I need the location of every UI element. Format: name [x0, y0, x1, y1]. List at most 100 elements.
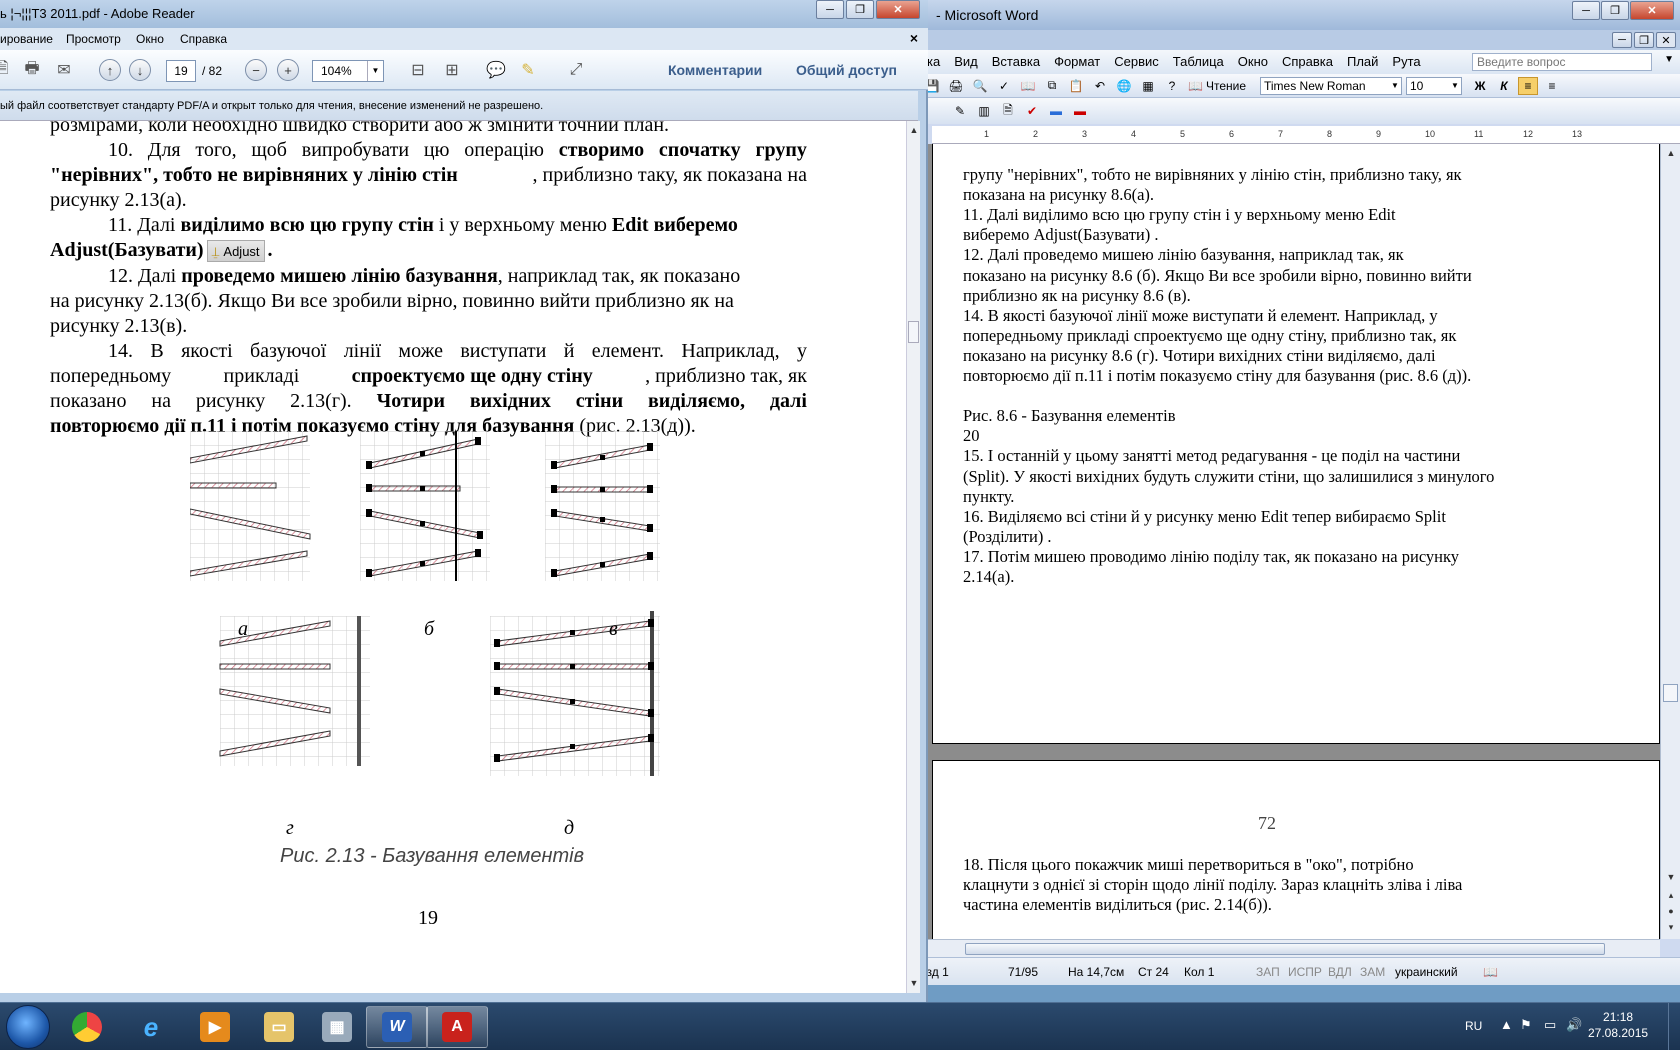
print-icon[interactable]: 🖶 [20, 58, 44, 82]
volume-icon[interactable]: 🔊 [1566, 1017, 1582, 1033]
menu-plai[interactable]: Плай [1340, 50, 1385, 74]
menu-window[interactable]: Окно [136, 32, 164, 46]
zoom-in-button[interactable]: + [276, 58, 300, 82]
menu-ruta[interactable]: Рута [1385, 50, 1427, 74]
taskbar-explorer[interactable]: ▭ [248, 1006, 310, 1048]
bold-button[interactable]: Ж [1470, 77, 1490, 95]
adobe-titlebar[interactable]: ь ¦¬¦¦¦Т3 2011.pdf - Adobe Reader ─ ❐ ✕ [0, 0, 928, 28]
scroll-down-icon[interactable]: ▼ [1664, 870, 1678, 884]
status-rec[interactable]: ЗАП [1256, 965, 1280, 979]
scroll-down-icon[interactable]: ▼ [907, 976, 921, 990]
help-dropdown-icon[interactable]: ▼ [1664, 54, 1674, 65]
comments-link[interactable]: Комментарии [668, 62, 762, 78]
menu-help[interactable]: Справка [1275, 50, 1340, 74]
menu-help[interactable]: Справка [180, 32, 227, 46]
scroll-thumb[interactable] [1663, 684, 1678, 702]
start-button[interactable] [6, 1005, 50, 1049]
spelling-icon[interactable]: ✓ [994, 77, 1014, 95]
status-ext[interactable]: ВДЛ [1328, 965, 1352, 979]
minimize-icon[interactable]: ─ [1572, 1, 1600, 20]
menu-edit[interactable]: ирование [0, 32, 53, 46]
menu-table[interactable]: Таблица [1166, 50, 1231, 74]
select-browse-icon[interactable]: ● [1664, 904, 1678, 918]
copy-icon[interactable]: ⧉ [1042, 77, 1062, 95]
restore-icon[interactable]: ❐ [846, 0, 874, 19]
vertical-scrollbar[interactable]: ▲ ▼ [906, 121, 920, 993]
close-icon[interactable]: ✕ [1630, 1, 1674, 20]
highlight-icon[interactable]: ✎ [516, 58, 540, 82]
restore-icon[interactable]: ❐ [1601, 1, 1629, 20]
font-name-select[interactable]: Times New Roman ▼ [1260, 76, 1402, 95]
horizontal-scrollbar[interactable] [920, 939, 1660, 957]
word-page[interactable]: групу "нерівних", тобто не вирівняних у … [932, 144, 1660, 744]
word-titlebar[interactable]: - Microsoft Word ─ ❐ ✕ [920, 0, 1680, 30]
align-left-icon[interactable]: ≡ [1518, 76, 1538, 95]
table-icon[interactable]: ▦ [1138, 77, 1158, 95]
taskbar-ie[interactable]: e [120, 1006, 182, 1048]
doc-restore-icon[interactable]: ❐ [1634, 32, 1654, 48]
zoom-out-button[interactable]: − [244, 58, 268, 82]
taskbar-calculator[interactable]: ▦ [306, 1006, 368, 1048]
doc-close-icon[interactable]: ✕ [1656, 32, 1676, 48]
research-icon[interactable]: 📖 [1018, 77, 1038, 95]
help-icon[interactable]: ? [1162, 77, 1182, 95]
prev-page-button[interactable]: ↑ [98, 58, 122, 82]
system-clock[interactable]: 21:18 27.08.2015 [1588, 1009, 1648, 1041]
help-search-input[interactable]: Введите вопрос [1472, 53, 1652, 71]
close-doc-icon[interactable]: × [910, 30, 918, 46]
flag-ua-icon[interactable]: ▬ [1046, 102, 1066, 120]
menu-tools[interactable]: Сервис [1107, 50, 1166, 74]
show-desktop-button[interactable] [1668, 1003, 1680, 1050]
status-language[interactable]: украинский [1395, 965, 1458, 979]
doc-minimize-icon[interactable]: ─ [1612, 32, 1632, 48]
network-icon[interactable]: ▭ [1544, 1017, 1556, 1033]
scroll-thumb[interactable] [965, 943, 1605, 955]
minimize-icon[interactable]: ─ [816, 0, 844, 19]
doc-map-icon[interactable]: 🗎 [998, 102, 1018, 120]
tray-arrow-icon[interactable]: ▲ [1500, 1017, 1513, 1032]
chart-icon[interactable]: ▥ [974, 102, 994, 120]
paste-icon[interactable]: 📋 [1066, 77, 1086, 95]
email-icon[interactable]: ✉ [52, 58, 76, 82]
status-trk[interactable]: ИСПР [1288, 965, 1322, 979]
fullscreen-icon[interactable]: ⤢ [564, 58, 588, 82]
close-icon[interactable]: ✕ [876, 0, 920, 19]
menu-format[interactable]: Формат [1047, 50, 1107, 74]
taskbar-media[interactable]: ▶ [184, 1006, 246, 1048]
zoom-select[interactable]: 104% ▼ [312, 60, 384, 82]
vertical-scrollbar[interactable]: ▲ ▼ ▴ ● ▾ [1660, 144, 1680, 939]
align-center-icon[interactable]: ≡ [1542, 77, 1562, 95]
menu-view[interactable]: Вид [947, 50, 985, 74]
next-page-button[interactable]: ↓ [128, 58, 152, 82]
flag-ru-icon[interactable]: ▬ [1070, 102, 1090, 120]
menu-view[interactable]: Просмотр [66, 32, 121, 46]
fit-width-icon[interactable]: ⊞ [440, 58, 464, 82]
check-icon[interactable]: ✔ [1022, 102, 1042, 120]
save-icon[interactable]: 🗎 [0, 58, 14, 82]
word-ruler[interactable]: 1 2 3 4 5 6 7 8 9 10 11 12 13 [932, 126, 1680, 144]
page-number-input[interactable]: 19 [166, 60, 196, 82]
scroll-up-icon[interactable]: ▲ [907, 123, 921, 137]
fit-page-icon[interactable]: ⊟ [406, 58, 430, 82]
scroll-thumb[interactable] [908, 321, 919, 343]
action-center-icon[interactable]: ⚑ [1520, 1017, 1532, 1033]
taskbar-adobe[interactable]: A [426, 1006, 488, 1048]
taskbar-word[interactable]: W [366, 1006, 428, 1048]
taskbar-chrome[interactable] [56, 1006, 118, 1048]
pdf-page[interactable]: розмірами, коли необхідно швидко створит… [0, 121, 906, 993]
font-size-select[interactable]: 10 ▼ [1406, 76, 1462, 95]
status-ovr[interactable]: ЗАМ [1360, 965, 1385, 979]
reading-mode-button[interactable]: 📖 Чтение [1188, 79, 1246, 93]
share-link[interactable]: Общий доступ [796, 62, 897, 78]
menu-window[interactable]: Окно [1231, 50, 1275, 74]
hyperlink-icon[interactable]: 🌐 [1114, 77, 1134, 95]
next-page-icon[interactable]: ▾ [1664, 920, 1678, 934]
word-page[interactable]: 72 18. Після цього покажчик миші перетво… [932, 760, 1660, 940]
language-indicator[interactable]: RU [1465, 1019, 1482, 1033]
italic-button[interactable]: К [1494, 77, 1514, 95]
drawing-icon[interactable]: ✎ [950, 102, 970, 120]
comment-icon[interactable]: 💬 [484, 58, 508, 82]
spelling-status-icon[interactable]: 📖 [1483, 965, 1498, 979]
undo-icon[interactable]: ↶ [1090, 77, 1110, 95]
menu-insert[interactable]: Вставка [985, 50, 1047, 74]
